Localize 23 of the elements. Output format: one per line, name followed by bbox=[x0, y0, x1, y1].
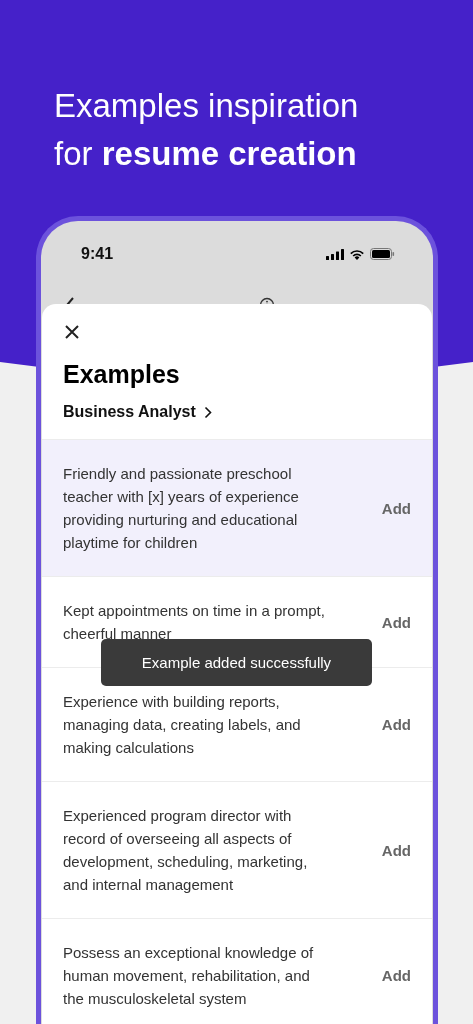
battery-icon bbox=[370, 248, 395, 260]
status-time: 9:41 bbox=[81, 245, 114, 263]
example-text: Experienced program director with record of overseeing all aspects of development, scheduling, marketing, and internal management bbox=[63, 806, 309, 895]
example-text: Experience with building reports, managing data, creating labels, and making calculations bbox=[63, 692, 302, 758]
category-selector[interactable]: Business Analyst bbox=[63, 403, 212, 421]
example-text: Friendly and passionate preschool teacher with [x] years of experience providing nurturing and educational playtime for children bbox=[63, 464, 300, 553]
add-button[interactable]: Add bbox=[381, 499, 411, 517]
sheet-title: Examples bbox=[63, 360, 181, 389]
add-button[interactable]: Add bbox=[381, 841, 411, 859]
wifi-icon bbox=[349, 248, 365, 260]
toast: Example added successfully bbox=[101, 639, 372, 686]
example-item[interactable]: Experienced program director with record of overseeing all aspects of development, scheduling, marketing, and internal management Add bbox=[42, 781, 432, 918]
signal-icon bbox=[326, 248, 344, 260]
example-item[interactable]: Possess an exceptional knowledge of human movement, rehabilitation, and the musculoskeletal system Add bbox=[42, 918, 432, 1024]
chevron-icon bbox=[203, 405, 212, 419]
add-button[interactable]: Add bbox=[381, 613, 411, 631]
close-icon[interactable] bbox=[64, 324, 80, 340]
add-button[interactable]: Add bbox=[381, 967, 411, 984]
example-text: Possess an exceptional knowledge of human movement, rehabilitation, and the musculoskeletal system bbox=[63, 943, 315, 1009]
headline: for resume creation bbox=[54, 134, 357, 174]
example-item[interactable]: Friendly and passionate preschool teacher with [x] years of experience providing nurturing and educational playtime for children Add bbox=[42, 439, 432, 576]
add-button[interactable]: Add bbox=[381, 716, 411, 733]
headline: Examples inspiration bbox=[54, 86, 359, 126]
